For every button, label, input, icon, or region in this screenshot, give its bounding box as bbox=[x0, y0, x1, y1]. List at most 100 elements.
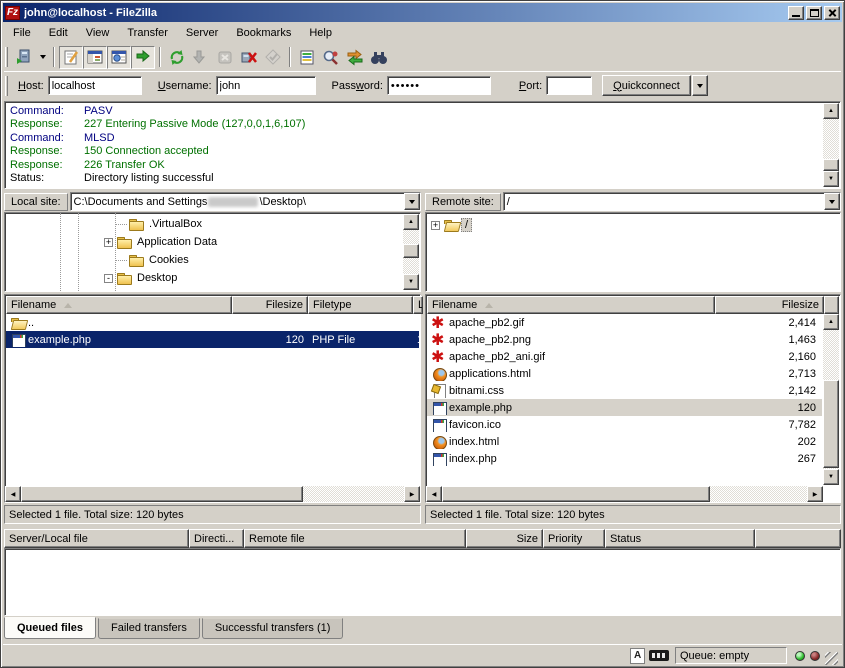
menu-bookmarks[interactable]: Bookmarks bbox=[227, 25, 300, 41]
scroll-up-button[interactable] bbox=[823, 103, 839, 119]
resize-grip[interactable] bbox=[825, 652, 838, 665]
queue-body[interactable] bbox=[4, 548, 841, 616]
column-remote-file[interactable]: Remote file bbox=[244, 529, 466, 548]
scroll-down-button[interactable] bbox=[823, 171, 839, 187]
remote-path: / bbox=[507, 196, 510, 208]
host-input[interactable] bbox=[48, 76, 142, 95]
local-list-hscrollbar[interactable] bbox=[5, 486, 420, 502]
cancel-operation-button[interactable] bbox=[213, 46, 237, 69]
quickconnect-dropdown[interactable] bbox=[692, 75, 708, 96]
scroll-up-button[interactable] bbox=[403, 214, 419, 230]
scroll-down-button[interactable] bbox=[823, 469, 839, 485]
close-button[interactable] bbox=[824, 6, 840, 20]
file-row-example-php[interactable]: example.php 120 PHP File 1 bbox=[6, 331, 419, 348]
local-tree-scrollbar[interactable] bbox=[403, 214, 419, 290]
column-filetype[interactable]: Filetype bbox=[308, 296, 413, 314]
file-row-example-php[interactable]: example.php 120 bbox=[427, 399, 822, 416]
file-row[interactable]: favicon.ico 7,782 bbox=[427, 416, 822, 433]
local-site-dropdown[interactable] bbox=[404, 193, 420, 210]
expand-icon[interactable]: + bbox=[431, 221, 440, 230]
menu-transfer[interactable]: Transfer bbox=[118, 25, 177, 41]
expand-icon[interactable]: + bbox=[104, 238, 113, 247]
filename-filters-button[interactable] bbox=[319, 46, 343, 69]
file-row-parent-dir[interactable]: .. bbox=[6, 314, 419, 331]
menu-view[interactable]: View bbox=[77, 25, 119, 41]
menu-edit[interactable]: Edit bbox=[40, 25, 77, 41]
site-manager-dropdown[interactable] bbox=[36, 46, 49, 69]
collapse-icon[interactable]: - bbox=[104, 274, 113, 283]
column-direction[interactable]: Directi... bbox=[189, 529, 244, 548]
synchronized-browsing-button[interactable] bbox=[343, 46, 367, 69]
disconnect-button[interactable] bbox=[237, 46, 261, 69]
scroll-left-button[interactable] bbox=[426, 486, 442, 502]
remote-list-hscrollbar[interactable] bbox=[426, 486, 823, 502]
port-input[interactable] bbox=[546, 76, 592, 95]
column-filesize[interactable]: Filesize bbox=[232, 296, 308, 314]
tree-item-desktop[interactable]: - Desktop bbox=[104, 269, 180, 287]
file-row[interactable]: apache_pb2_ani.gif 2,160 bbox=[427, 348, 822, 365]
scroll-left-button[interactable] bbox=[5, 486, 21, 502]
site-manager-button[interactable] bbox=[12, 46, 36, 69]
toolbar-gripper[interactable] bbox=[5, 47, 8, 67]
tab-successful-transfers[interactable]: Successful transfers (1) bbox=[202, 618, 344, 639]
menu-server[interactable]: Server bbox=[177, 25, 227, 41]
data-type-ascii-icon[interactable] bbox=[630, 648, 645, 664]
quickconnect-button[interactable]: Quickconnect bbox=[602, 75, 691, 96]
local-directory-tree[interactable]: .VirtualBox + Application Data Cookies -… bbox=[4, 212, 421, 292]
username-input[interactable] bbox=[216, 76, 316, 95]
scroll-thumb[interactable] bbox=[442, 486, 710, 502]
file-row[interactable]: apache_pb2.png 1,463 bbox=[427, 331, 822, 348]
scroll-thumb[interactable] bbox=[21, 486, 303, 502]
reconnect-button[interactable] bbox=[261, 46, 285, 69]
file-row[interactable]: bitnami.css 2,142 bbox=[427, 382, 822, 399]
remote-site-dropdown[interactable] bbox=[824, 193, 840, 210]
column-server-local-file[interactable]: Server/Local file bbox=[4, 529, 189, 548]
scroll-right-button[interactable] bbox=[807, 486, 823, 502]
column-filename[interactable]: Filename bbox=[427, 296, 715, 314]
toggle-transfer-queue-button[interactable] bbox=[131, 46, 155, 69]
tree-item-root[interactable]: + / bbox=[431, 216, 472, 234]
tree-item-application-data[interactable]: + Application Data bbox=[104, 233, 220, 251]
process-queue-button[interactable] bbox=[189, 46, 213, 69]
tab-queued-files[interactable]: Queued files bbox=[4, 617, 96, 639]
local-site-combo[interactable]: C:\Documents and Settings\Desktop\ bbox=[70, 192, 421, 211]
quickconnect-gripper[interactable] bbox=[5, 76, 8, 96]
scroll-down-button[interactable] bbox=[403, 274, 419, 290]
scroll-right-button[interactable] bbox=[404, 486, 420, 502]
remote-directory-tree[interactable]: + / bbox=[425, 212, 841, 292]
tab-failed-transfers[interactable]: Failed transfers bbox=[98, 618, 200, 639]
column-filename[interactable]: Filename bbox=[6, 296, 232, 314]
chevron-down-icon bbox=[829, 200, 835, 204]
file-row[interactable]: index.php 267 bbox=[427, 450, 822, 467]
search-button[interactable] bbox=[367, 46, 391, 69]
password-input[interactable] bbox=[387, 76, 491, 95]
toggle-remote-treeview-button[interactable] bbox=[107, 46, 131, 69]
scroll-thumb[interactable] bbox=[823, 380, 839, 468]
scroll-thumb[interactable] bbox=[403, 244, 419, 258]
column-size[interactable]: Size bbox=[466, 529, 543, 548]
minimize-button[interactable] bbox=[788, 6, 804, 20]
maximize-button[interactable] bbox=[806, 6, 822, 20]
title-bar[interactable]: Fz john@localhost - FileZilla bbox=[3, 3, 842, 22]
column-priority[interactable]: Priority bbox=[543, 529, 605, 548]
toggle-local-treeview-button[interactable] bbox=[83, 46, 107, 69]
scroll-thumb[interactable] bbox=[823, 159, 839, 171]
directory-comparison-button[interactable] bbox=[295, 46, 319, 69]
scroll-up-button[interactable] bbox=[823, 314, 839, 330]
column-status[interactable]: Status bbox=[605, 529, 755, 548]
speed-limits-icon[interactable] bbox=[649, 650, 669, 661]
remote-site-combo[interactable]: / bbox=[503, 192, 841, 211]
tree-item-virtualbox[interactable]: .VirtualBox bbox=[115, 215, 205, 233]
file-row[interactable]: index.html 202 bbox=[427, 433, 822, 450]
remote-list-vscrollbar[interactable] bbox=[823, 314, 839, 485]
column-last-modified[interactable]: Last modified bbox=[413, 296, 423, 314]
log-scrollbar[interactable] bbox=[823, 103, 839, 187]
refresh-button[interactable] bbox=[165, 46, 189, 69]
file-row[interactable]: applications.html 2,713 bbox=[427, 365, 822, 382]
tree-item-cookies[interactable]: Cookies bbox=[115, 251, 192, 269]
file-row[interactable]: apache_pb2.gif 2,414 bbox=[427, 314, 822, 331]
menu-file[interactable]: File bbox=[4, 25, 40, 41]
toggle-message-log-button[interactable] bbox=[59, 46, 83, 69]
column-filesize[interactable]: Filesize bbox=[715, 296, 824, 314]
menu-help[interactable]: Help bbox=[300, 25, 341, 41]
